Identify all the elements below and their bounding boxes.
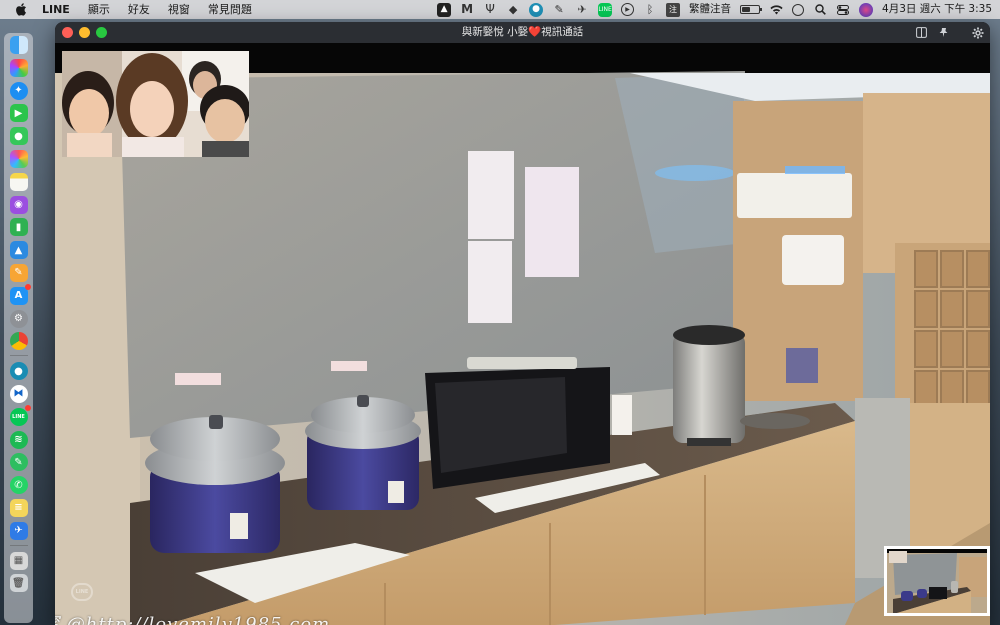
photos-icon[interactable] — [9, 149, 28, 168]
launchpad-icon[interactable] — [9, 58, 28, 77]
pin-icon[interactable] — [936, 25, 951, 40]
wifi-icon[interactable] — [769, 3, 783, 17]
play-icon[interactable]: ▶ — [621, 3, 635, 16]
teamviewer-icon[interactable]: ⧓ — [9, 384, 28, 403]
usb-icon[interactable]: Ψ — [483, 2, 497, 17]
preview-icon[interactable]: ▦ — [9, 551, 28, 570]
split-view-icon[interactable] — [914, 25, 929, 40]
quicklook-app-icon[interactable]: ● — [9, 362, 28, 381]
quicklook-icon[interactable]: ● — [529, 2, 544, 17]
menu-bar: LINE 顯示 好友 視窗 常見問題 ▲ M Ψ ◆ ● ✎ ✈ LINE ▶ … — [0, 0, 1000, 19]
bird-icon[interactable]: ✈ — [575, 3, 589, 17]
app-store-icon[interactable]: A — [9, 283, 31, 305]
input-method-label[interactable]: 繁體注音 — [689, 0, 731, 19]
clock-icon[interactable] — [792, 3, 805, 16]
apple-icon[interactable] — [14, 3, 28, 17]
watermark-text: 盧小蜜 @http://lovemily1985.com — [55, 614, 331, 625]
numbers-icon[interactable]: ▮ — [9, 218, 28, 237]
line-status-icon[interactable]: LINE — [598, 2, 613, 17]
menu-friends[interactable]: 好友 — [128, 0, 150, 19]
self-preview-image — [62, 51, 249, 157]
bluetooth-icon[interactable]: ᛒ — [643, 3, 657, 17]
menu-app-line[interactable]: LINE — [42, 0, 70, 19]
m-app-icon[interactable]: M — [460, 2, 474, 17]
video-call-window: 與新嫛悅 小嫛❤️視訊通話 LINE @http://lovemily1985.… — [55, 22, 990, 625]
menu-window[interactable]: 視窗 — [168, 0, 190, 19]
control-center-icon[interactable] — [836, 3, 850, 17]
keynote-icon[interactable]: ▲ — [9, 241, 28, 260]
trash-icon[interactable]: 🗑 — [9, 574, 28, 593]
evernote-app-icon[interactable]: ✎ — [9, 453, 28, 472]
messages-icon[interactable]: ● — [9, 127, 28, 146]
whatsapp-icon[interactable]: ✆ — [9, 476, 28, 495]
dock-separator — [9, 544, 28, 546]
heart-icon: ❤️ — [528, 26, 542, 38]
search-icon[interactable] — [813, 3, 827, 17]
evernote-icon[interactable]: ✎ — [552, 3, 566, 17]
status-area: ▲ M Ψ ◆ ● ✎ ✈ LINE ▶ ᛒ 注 繁體注音 4月3日 週六 下午… — [428, 0, 992, 19]
menu-view[interactable]: 顯示 — [88, 0, 110, 19]
remote-thumbnail[interactable] — [884, 546, 990, 616]
title-names: 與新嫛悅 小嫛 — [461, 26, 529, 38]
menu-faq[interactable]: 常見問題 — [208, 0, 252, 19]
battery-icon[interactable] — [740, 5, 763, 14]
remote-video-feed[interactable]: LINE 盧小蜜 @http://lovemily1985.com — [55, 43, 990, 625]
input-method-icon[interactable]: 注 — [666, 2, 681, 17]
siri-icon[interactable] — [859, 2, 874, 17]
notes-icon[interactable] — [9, 172, 28, 191]
title-suffix: 視訊通話 — [541, 26, 584, 38]
facetime-icon[interactable]: ▶ — [9, 104, 28, 123]
system-preferences-icon[interactable]: ⚙ — [9, 309, 28, 328]
dropbox-icon[interactable]: ◆ — [506, 3, 520, 17]
safari-icon[interactable]: ✦ — [9, 81, 28, 100]
line-logo-icon: LINE — [71, 583, 93, 601]
dock-separator — [9, 355, 28, 357]
settings-gear-icon[interactable] — [970, 25, 985, 40]
spotify-icon[interactable]: ≋ — [9, 430, 28, 449]
stickies-icon[interactable]: ≡ — [9, 498, 28, 517]
pages-icon[interactable]: ✎ — [9, 263, 28, 282]
datetime[interactable]: 4月3日 週六 下午 3:35 — [882, 0, 992, 19]
chrome-icon[interactable] — [9, 332, 28, 351]
podcasts-icon[interactable]: ◉ — [9, 195, 28, 214]
line-app-icon[interactable]: LINE — [9, 404, 31, 426]
window-title: 與新嫛悅 小嫛❤️視訊通話 — [55, 22, 990, 43]
airmail-icon[interactable]: ✈ — [9, 521, 28, 540]
dock: ✦ ▶ ● ◉ ▮ ▲ ✎ A ⚙ ● ⧓ LINE ≋ ✎ ✆ ≡ ✈ ▦ 🗑 — [4, 33, 33, 623]
window-titlebar[interactable]: 與新嫛悅 小嫛❤️視訊通話 — [55, 22, 990, 43]
notification-icon[interactable]: ▲ — [437, 2, 452, 17]
remote-thumbnail-image — [887, 549, 987, 613]
finder-icon[interactable] — [9, 36, 28, 54]
self-preview-video[interactable] — [62, 51, 249, 157]
